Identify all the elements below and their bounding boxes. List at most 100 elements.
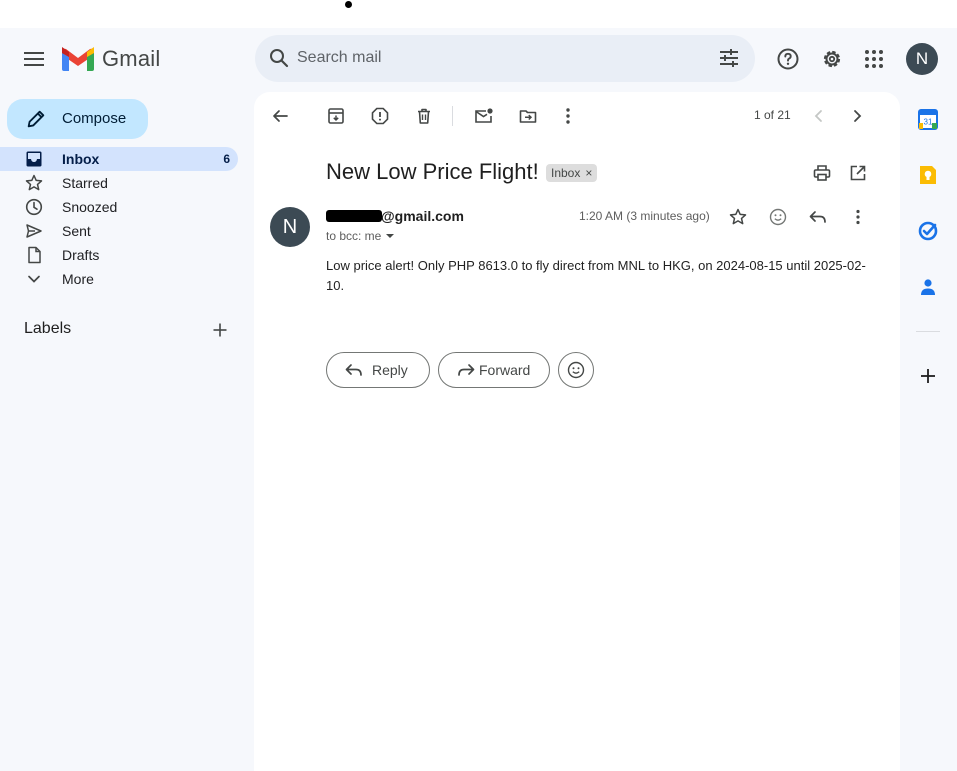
- chevron-left-icon: [814, 110, 822, 122]
- main-menu-button[interactable]: [18, 43, 50, 75]
- labels-heading: Labels: [24, 320, 72, 337]
- move-folder-icon: [519, 110, 537, 123]
- toolbar-divider: [452, 106, 453, 126]
- chip-label: Inbox: [551, 166, 581, 180]
- chevron-right-icon: [854, 110, 862, 122]
- delete-button[interactable]: [412, 104, 436, 128]
- nav-label-more: More: [62, 271, 94, 287]
- reply-label: Reply: [372, 362, 408, 378]
- help-icon: [777, 48, 799, 70]
- nav-item-drafts[interactable]: Drafts: [0, 243, 238, 267]
- send-icon: [26, 224, 42, 238]
- plus-icon: [213, 323, 227, 337]
- recipient-details[interactable]: to bcc: me: [326, 229, 395, 243]
- star-button[interactable]: [727, 206, 749, 228]
- search-options-icon[interactable]: [717, 46, 741, 70]
- remove-label-icon[interactable]: ×: [585, 166, 592, 180]
- hamburger-icon: [24, 52, 44, 66]
- trash-icon: [418, 108, 430, 124]
- top-strip: [0, 0, 957, 28]
- back-button[interactable]: [268, 104, 292, 128]
- nav-item-more[interactable]: More: [0, 267, 238, 291]
- recipient-text: to bcc: me: [326, 229, 382, 243]
- reply-button[interactable]: Reply: [326, 352, 430, 388]
- contacts-icon: [921, 279, 935, 295]
- print-button[interactable]: [811, 162, 833, 184]
- account-avatar[interactable]: N: [906, 43, 938, 75]
- calendar-day: 31: [924, 118, 933, 127]
- sender-avatar: N: [270, 207, 310, 247]
- message-panel: 1 of 21 New Low Price Flight! Inbox × N …: [254, 92, 900, 771]
- message-more-button[interactable]: [847, 206, 869, 228]
- emoji-icon: [769, 208, 787, 226]
- calendar-icon: 31: [918, 109, 938, 130]
- compose-label: Compose: [62, 110, 127, 127]
- nav-item-inbox[interactable]: Inbox 6: [0, 147, 238, 171]
- gmail-logo[interactable]: Gmail: [62, 45, 160, 73]
- tasks-app-button[interactable]: [916, 219, 940, 243]
- more-vert-icon: [856, 209, 860, 225]
- cursor-dot: [345, 1, 352, 8]
- compose-button[interactable]: Compose: [7, 99, 148, 139]
- arrow-left-icon: [273, 110, 288, 122]
- mark-unread-button[interactable]: [472, 104, 496, 128]
- nav-label-sent: Sent: [62, 223, 91, 239]
- side-panel-divider: [916, 331, 940, 332]
- get-addons-button[interactable]: [916, 364, 940, 388]
- help-button[interactable]: [775, 46, 801, 72]
- apps-button[interactable]: [861, 46, 887, 72]
- search-bar[interactable]: [255, 35, 755, 82]
- newer-button[interactable]: [807, 104, 831, 128]
- contacts-app-button[interactable]: [916, 275, 940, 299]
- spam-icon: [371, 107, 389, 125]
- message-time: 1:20 AM (3 minutes ago): [579, 209, 710, 223]
- nav-label-starred: Starred: [62, 175, 108, 191]
- reply-icon: [809, 211, 826, 223]
- reply-quick-button[interactable]: [807, 206, 829, 228]
- caret-down-icon: [386, 234, 395, 238]
- inbox-count: 6: [223, 152, 230, 166]
- more-actions-button[interactable]: [556, 104, 580, 128]
- redacted-sender-name: [326, 210, 382, 222]
- nav-item-starred[interactable]: Starred: [0, 171, 238, 195]
- move-to-button[interactable]: [516, 104, 540, 128]
- settings-button[interactable]: [819, 46, 845, 72]
- nav-item-sent[interactable]: Sent: [0, 219, 238, 243]
- search-icon[interactable]: [267, 46, 291, 70]
- draft-icon: [28, 246, 41, 264]
- tasks-icon: [918, 221, 938, 241]
- forward-icon: [458, 364, 475, 376]
- create-label-button[interactable]: [208, 318, 232, 342]
- nav-item-snoozed[interactable]: Snoozed: [0, 195, 238, 219]
- email-subject: New Low Price Flight!: [326, 159, 539, 184]
- keep-app-button[interactable]: [916, 163, 940, 187]
- forward-label: Forward: [479, 362, 531, 378]
- star-outline-icon: [729, 208, 747, 225]
- sender-email: @gmail.com: [381, 208, 464, 224]
- gear-icon: [823, 50, 841, 68]
- apps-grid-icon: [865, 50, 883, 68]
- calendar-app-button[interactable]: 31: [916, 107, 940, 131]
- inbox-label-chip[interactable]: Inbox ×: [546, 164, 598, 182]
- archive-button[interactable]: [324, 104, 348, 128]
- nav-label-snoozed: Snoozed: [62, 199, 118, 215]
- add-reaction-button[interactable]: [767, 206, 789, 228]
- chevron-down-icon: [28, 275, 40, 283]
- reaction-button[interactable]: [558, 352, 594, 388]
- nav-label-inbox: Inbox: [62, 151, 100, 167]
- forward-button[interactable]: Forward: [438, 352, 550, 388]
- nav-label-drafts: Drafts: [62, 247, 100, 263]
- search-input[interactable]: [297, 45, 697, 71]
- report-spam-button[interactable]: [368, 104, 392, 128]
- reply-icon: [345, 364, 362, 376]
- keep-icon: [920, 166, 936, 184]
- app-name: Gmail: [102, 46, 161, 71]
- more-vert-icon: [566, 108, 570, 124]
- gmail-m-icon: [62, 47, 94, 71]
- older-button[interactable]: [845, 104, 869, 128]
- pencil-icon: [27, 110, 45, 128]
- open-in-new-icon: [850, 165, 866, 181]
- print-icon: [813, 165, 831, 181]
- message-body: Low price alert! Only PHP 8613.0 to fly …: [326, 258, 866, 293]
- open-new-window-button[interactable]: [847, 162, 869, 184]
